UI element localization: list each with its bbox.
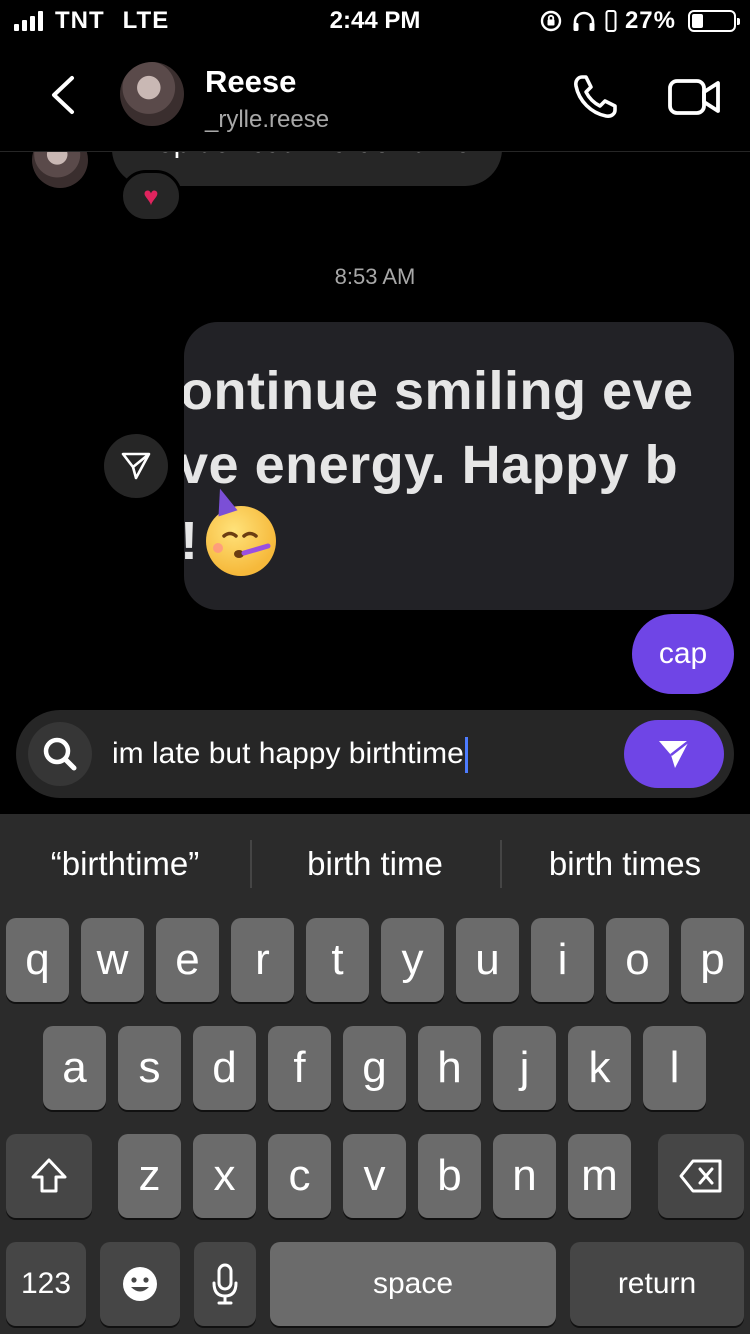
key-n[interactable]: n (493, 1134, 556, 1218)
key-row: qwertyuiop (0, 918, 750, 1004)
image-text-line: ontinue smiling eve (184, 361, 694, 421)
message-input-value: im late but happy birthtime (112, 737, 464, 770)
phone-status-icon (605, 10, 617, 32)
key-i[interactable]: i (531, 918, 594, 1002)
key-k[interactable]: k (568, 1026, 631, 1110)
delete-key[interactable] (658, 1134, 744, 1218)
video-call-button[interactable] (666, 72, 722, 122)
paper-plane-icon (121, 452, 151, 480)
autocorrect-bar: “birthtime” birth time birth times (0, 814, 750, 914)
key-r[interactable]: r (231, 918, 294, 1002)
heart-reaction[interactable]: ♥ (120, 170, 182, 222)
incoming-message-text: Top tier but..? u don't me? (142, 152, 488, 160)
back-button[interactable] (40, 70, 90, 120)
numbers-key[interactable]: 123 (6, 1242, 86, 1326)
image-text-line: ! (184, 485, 277, 576)
microphone-icon (212, 1263, 238, 1305)
status-bar: TNT LTE 2:44 PM 27% (0, 0, 750, 42)
video-camera-icon (668, 79, 720, 115)
phone-icon (574, 75, 617, 118)
headphones-icon (573, 11, 595, 31)
dictation-key[interactable] (194, 1242, 256, 1326)
search-icon (43, 737, 77, 771)
backspace-icon (679, 1159, 722, 1193)
shift-key[interactable] (6, 1134, 92, 1218)
chevron-left-icon (52, 76, 74, 114)
key-s[interactable]: s (118, 1026, 181, 1110)
emoji-icon (123, 1267, 157, 1301)
key-a[interactable]: a (43, 1026, 106, 1110)
key-g[interactable]: g (343, 1026, 406, 1110)
key-h[interactable]: h (418, 1026, 481, 1110)
key-u[interactable]: u (456, 918, 519, 1002)
key-m[interactable]: m (568, 1134, 631, 1218)
heart-icon: ♥ (143, 180, 159, 211)
key-p[interactable]: p (681, 918, 744, 1002)
return-key[interactable]: return (570, 1242, 744, 1326)
key-j[interactable]: j (493, 1026, 556, 1110)
key-row: asdfghjkl (0, 1026, 750, 1112)
key-z[interactable]: z (118, 1134, 181, 1218)
partying-face-emoji-icon (206, 485, 277, 576)
message-list[interactable]: Top tier but..? u don't me? ♥ 8:53 AM on… (0, 152, 750, 710)
key-f[interactable]: f (268, 1026, 331, 1110)
battery-level (692, 14, 703, 28)
outgoing-message[interactable]: cap (632, 614, 734, 694)
sender-avatar[interactable] (32, 152, 88, 188)
key-o[interactable]: o (606, 918, 669, 1002)
suggestion-item[interactable]: “birthtime” (0, 814, 250, 914)
key-v[interactable]: v (343, 1134, 406, 1218)
key-q[interactable]: q (6, 918, 69, 1002)
space-key[interactable]: space (270, 1242, 556, 1326)
key-row: 123 space return (0, 1242, 750, 1328)
image-message[interactable]: ontinue smiling eve ve energy. Happy b ! (184, 322, 734, 610)
chat-header: Reese _rylle.reese (0, 42, 750, 152)
suggestion-item[interactable]: birth times (500, 814, 750, 914)
battery-icon (688, 10, 740, 32)
outgoing-message-text: cap (658, 637, 708, 670)
message-composer: im late but happy birthtime (16, 710, 734, 798)
suggestion-item[interactable]: birth time (250, 814, 500, 914)
message-timestamp: 8:53 AM (334, 264, 416, 289)
key-row: zxcvbnm (0, 1134, 750, 1220)
contact-name[interactable]: Reese (205, 64, 296, 100)
avatar[interactable] (120, 62, 184, 126)
shift-icon (31, 1158, 67, 1193)
emoji-key[interactable] (100, 1242, 180, 1326)
key-l[interactable]: l (643, 1026, 706, 1110)
share-button[interactable] (104, 434, 168, 498)
send-icon (659, 740, 690, 768)
message-input[interactable]: im late but happy birthtime (112, 732, 612, 776)
contact-username[interactable]: _rylle.reese (205, 106, 329, 134)
image-text-fragment: ! (184, 510, 198, 572)
send-button[interactable] (624, 720, 724, 788)
search-button[interactable] (28, 722, 92, 786)
key-w[interactable]: w (81, 918, 144, 1002)
key-e[interactable]: e (156, 918, 219, 1002)
key-t[interactable]: t (306, 918, 369, 1002)
battery-percent: 27% (624, 7, 676, 34)
text-cursor (464, 737, 468, 774)
keyboard: “birthtime” birth time birth times qwert… (0, 814, 750, 1334)
voice-call-button[interactable] (570, 72, 620, 122)
key-b[interactable]: b (418, 1134, 481, 1218)
image-text-line: ve energy. Happy b (184, 435, 679, 495)
key-d[interactable]: d (193, 1026, 256, 1110)
key-x[interactable]: x (193, 1134, 256, 1218)
orientation-lock-icon (540, 10, 562, 32)
key-y[interactable]: y (381, 918, 444, 1002)
key-c[interactable]: c (268, 1134, 331, 1218)
